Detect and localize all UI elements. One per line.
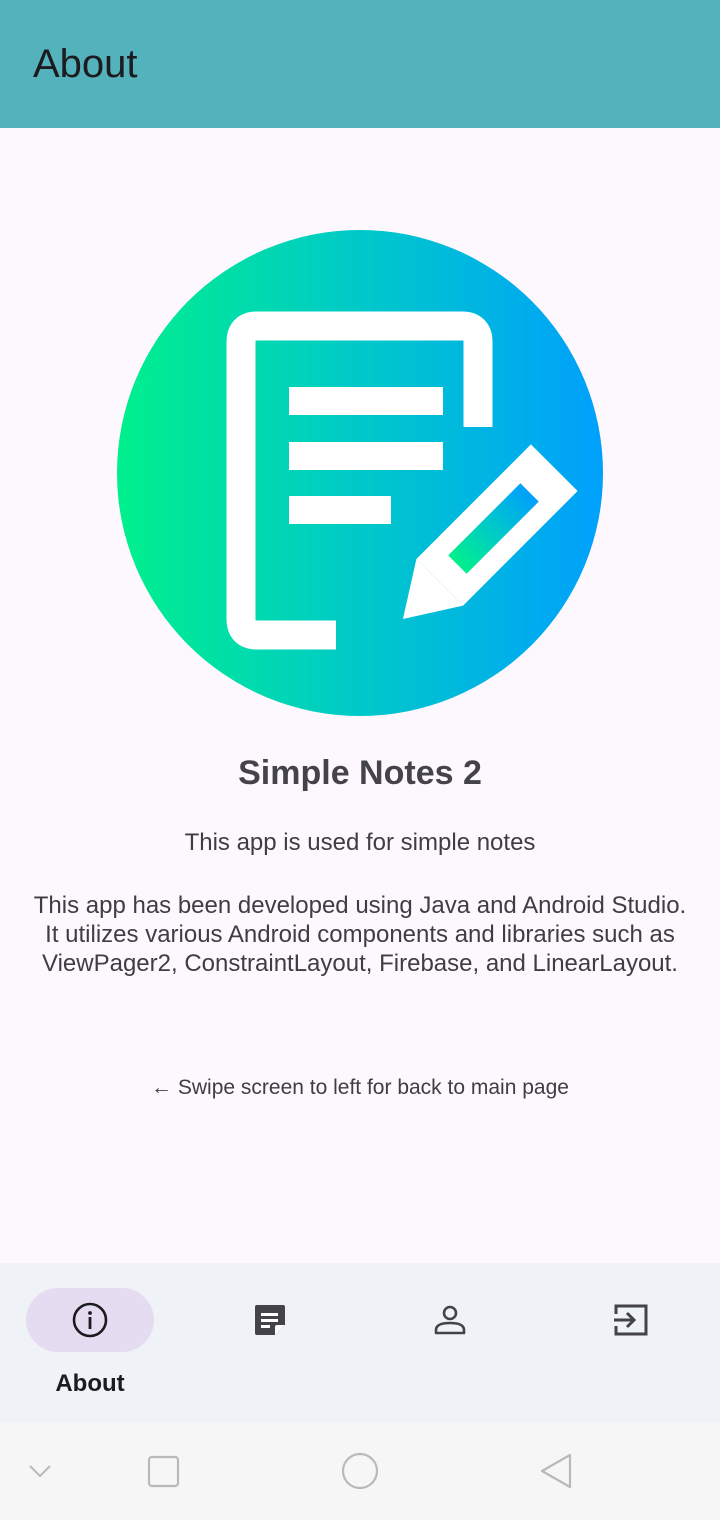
app-bar: About	[0, 0, 720, 128]
nav-item-profile[interactable]	[360, 1263, 540, 1423]
notes-edit-logo-icon	[117, 230, 603, 716]
nav-item-notes[interactable]	[180, 1263, 360, 1423]
recents-icon[interactable]	[144, 1451, 184, 1491]
app-tagline: This app is used for simple notes	[184, 829, 536, 856]
home-icon[interactable]	[340, 1451, 380, 1491]
person-icon	[434, 1305, 466, 1335]
nav-label-about: About	[55, 1370, 125, 1397]
swipe-hint: ← Swipe screen to left for back to main …	[151, 1076, 569, 1099]
system-navigation-bar	[0, 1423, 720, 1520]
bottom-navigation: About	[0, 1263, 720, 1423]
about-screen: About Simple Notes 2 This app is used fo…	[0, 0, 720, 1520]
app-description: This app has been developed using Java a…	[33, 892, 687, 977]
nav-item-about[interactable]: About	[0, 1263, 180, 1423]
chevron-down-icon[interactable]	[20, 1451, 60, 1491]
app-name: Simple Notes 2	[238, 754, 482, 792]
notes-icon	[255, 1305, 285, 1335]
back-icon[interactable]	[536, 1451, 576, 1491]
logout-icon	[614, 1304, 648, 1336]
app-bar-title: About	[33, 42, 138, 86]
nav-item-logout[interactable]	[540, 1263, 720, 1423]
about-content[interactable]: Simple Notes 2 This app is used for simp…	[0, 128, 720, 1263]
info-icon	[72, 1302, 108, 1338]
